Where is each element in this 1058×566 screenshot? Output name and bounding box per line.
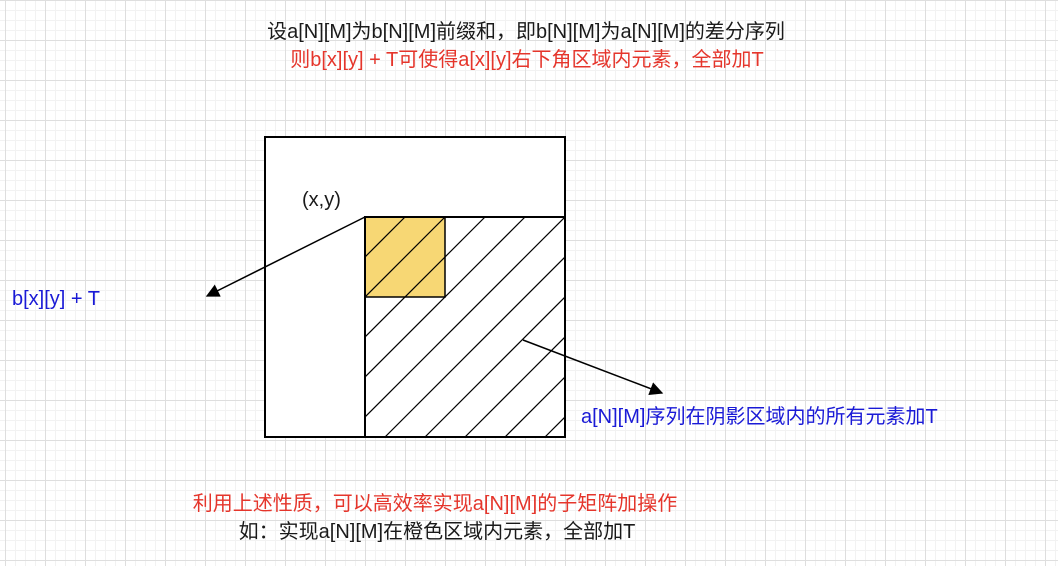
hatch-line — [585, 217, 805, 437]
left-label: b[x][y] + T — [12, 288, 100, 310]
hatch-line — [665, 217, 885, 437]
hatch-line — [705, 217, 925, 437]
footer-line-2: 如：实现a[N][M]在橙色区域内元素，全部加T — [238, 521, 636, 543]
matrix-diagram — [205, 136, 1005, 438]
right-label: a[N][M]序列在阴影区域内的所有元素加T — [581, 406, 938, 428]
point-label: (x,y) — [302, 189, 341, 211]
footer-line-1: 利用上述性质，可以高效率实现a[N][M]的子矩阵加操作 — [192, 493, 678, 515]
hatch-line — [745, 217, 965, 437]
hatch-line — [544, 416, 565, 437]
hatch-line — [625, 217, 845, 437]
hatch-line — [785, 217, 1005, 437]
